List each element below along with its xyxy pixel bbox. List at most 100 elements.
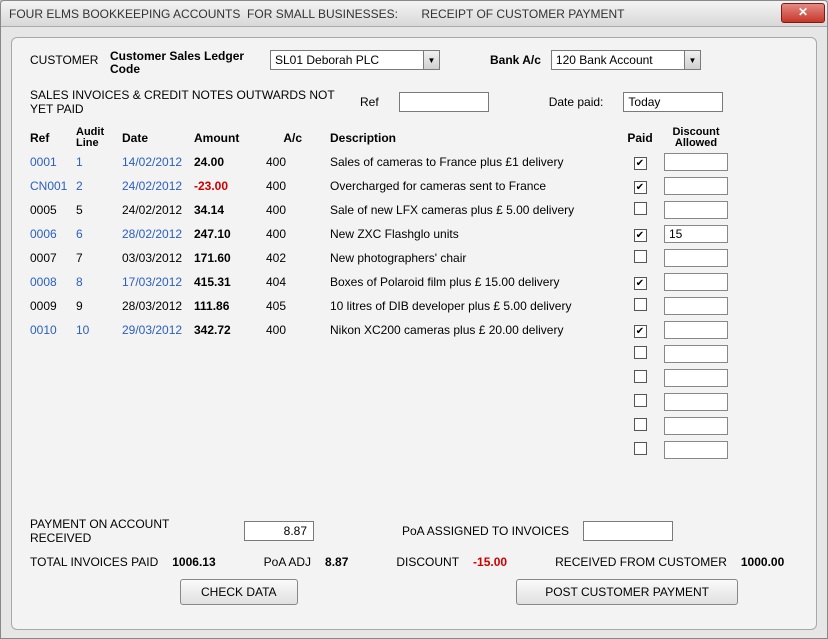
poa-received-value: 8.87: [284, 524, 307, 538]
discount-input[interactable]: [664, 225, 728, 243]
col-ref: Ref: [30, 131, 76, 145]
post-payment-label: POST CUSTOMER PAYMENT: [545, 585, 709, 599]
poa-assigned-input[interactable]: [583, 521, 673, 541]
cell-ref: 0010: [30, 323, 76, 337]
paid-checkbox[interactable]: [634, 394, 647, 407]
cell-audit: 10: [76, 323, 122, 337]
cell-ref: 0009: [30, 299, 76, 313]
discount-input[interactable]: [664, 177, 728, 195]
discount-input[interactable]: [664, 441, 728, 459]
date-paid-value: Today: [628, 95, 660, 109]
poa-adj-value: 8.87: [325, 555, 348, 569]
poa-assigned-label: PoA ASSIGNED TO INVOICES: [402, 524, 569, 538]
cell-ref: 0005: [30, 203, 76, 217]
paid-checkbox[interactable]: [634, 370, 647, 383]
footer-row-1: PAYMENT ON ACCOUNT RECEIVED 8.87 PoA ASS…: [30, 517, 798, 545]
cell-description: Boxes of Polaroid film plus £ 15.00 deli…: [330, 275, 620, 289]
cell-date: 17/03/2012: [122, 275, 194, 289]
cell-description: Overcharged for cameras sent to France: [330, 179, 620, 193]
table-row-empty: [30, 438, 798, 462]
discount-input[interactable]: [664, 393, 728, 411]
discount-value: -15.00: [473, 555, 507, 569]
discount-input[interactable]: [664, 273, 728, 291]
received-label: RECEIVED FROM CUSTOMER: [555, 555, 727, 569]
paid-checkbox[interactable]: [634, 418, 647, 431]
col-date: Date: [122, 131, 194, 145]
table-row-empty: [30, 414, 798, 438]
cell-date: 03/03/2012: [122, 251, 194, 265]
main-panel: CUSTOMER Customer Sales Ledger Code SL01…: [11, 37, 817, 630]
paid-checkbox[interactable]: [634, 298, 647, 311]
total-invoices-value: 1006.13: [172, 555, 215, 569]
cell-ref: 0001: [30, 155, 76, 169]
discount-input[interactable]: [664, 417, 728, 435]
bank-ac-label: Bank A/c: [490, 50, 541, 67]
col-amount: Amount: [194, 131, 266, 145]
poa-adj-label: PoA ADJ: [264, 555, 311, 569]
post-payment-button[interactable]: POST CUSTOMER PAYMENT: [516, 579, 738, 605]
col-discount: Discount Allowed: [660, 127, 732, 149]
paid-checkbox[interactable]: ✔: [634, 181, 647, 194]
discount-input[interactable]: [664, 345, 728, 363]
paid-checkbox[interactable]: [634, 250, 647, 263]
check-data-button[interactable]: CHECK DATA: [180, 579, 298, 605]
table-row: CN001224/02/2012-23.00400Overcharged for…: [30, 174, 798, 198]
paid-checkbox[interactable]: [634, 442, 647, 455]
date-paid-input[interactable]: Today: [623, 92, 723, 112]
cell-description: Nikon XC200 cameras plus £ 20.00 deliver…: [330, 323, 620, 337]
paid-checkbox[interactable]: [634, 202, 647, 215]
paid-checkbox[interactable]: ✔: [634, 325, 647, 338]
paid-checkbox[interactable]: [634, 346, 647, 359]
discount-input[interactable]: [664, 249, 728, 267]
chevron-down-icon: ▼: [684, 51, 700, 69]
close-icon: ✕: [798, 5, 808, 19]
date-paid-label: Date paid:: [549, 95, 604, 109]
discount-input[interactable]: [664, 321, 728, 339]
ledger-code-label: Customer Sales Ledger Code: [110, 50, 260, 76]
app-window: FOUR ELMS BOOKKEEPING ACCOUNTS FOR SMALL…: [0, 0, 828, 639]
discount-input[interactable]: [664, 201, 728, 219]
col-ac: A/c: [266, 131, 310, 145]
poa-received-input[interactable]: 8.87: [244, 521, 314, 541]
not-paid-label: SALES INVOICES & CREDIT NOTES OUTWARDS N…: [30, 88, 340, 116]
bank-combo-value: 120 Bank Account: [556, 53, 653, 67]
customer-combo[interactable]: SL01 Deborah PLC ▼: [270, 50, 440, 70]
cell-ac: 402: [266, 251, 310, 265]
window-title: FOUR ELMS BOOKKEEPING ACCOUNTS FOR SMALL…: [9, 7, 624, 21]
bank-combo[interactable]: 120 Bank Account ▼: [551, 50, 701, 70]
cell-ac: 400: [266, 179, 310, 193]
cell-audit: 2: [76, 179, 122, 193]
paid-checkbox[interactable]: ✔: [634, 157, 647, 170]
check-data-label: CHECK DATA: [201, 585, 277, 599]
subheader-row: SALES INVOICES & CREDIT NOTES OUTWARDS N…: [30, 88, 798, 116]
cell-date: 24/02/2012: [122, 203, 194, 217]
ref-label: Ref: [360, 95, 379, 109]
discount-input[interactable]: [664, 297, 728, 315]
paid-checkbox[interactable]: ✔: [634, 277, 647, 290]
table-row: 0005524/02/201234.14400Sale of new LFX c…: [30, 198, 798, 222]
cell-ac: 400: [266, 155, 310, 169]
cell-amount: 415.31: [194, 275, 266, 289]
discount-input[interactable]: [664, 153, 728, 171]
chevron-down-icon: ▼: [423, 51, 439, 69]
cell-amount: 111.86: [194, 299, 266, 313]
footer-row-3: CHECK DATA POST CUSTOMER PAYMENT: [30, 579, 798, 605]
paid-checkbox[interactable]: ✔: [634, 229, 647, 242]
table-row: 0001114/02/201224.00400Sales of cameras …: [30, 150, 798, 174]
table-row: 0008817/03/2012415.31404Boxes of Polaroi…: [30, 270, 798, 294]
customer-row: CUSTOMER Customer Sales Ledger Code SL01…: [30, 50, 798, 76]
table-row-empty: [30, 366, 798, 390]
total-invoices-label: TOTAL INVOICES PAID: [30, 555, 158, 569]
cell-amount: -23.00: [194, 179, 266, 193]
ref-input[interactable]: [399, 92, 489, 112]
cell-ref: 0008: [30, 275, 76, 289]
table-row: 0006628/02/2012247.10400New ZXC Flashglo…: [30, 222, 798, 246]
cell-audit: 7: [76, 251, 122, 265]
cell-amount: 171.60: [194, 251, 266, 265]
discount-input[interactable]: [664, 369, 728, 387]
cell-description: Sales of cameras to France plus £1 deliv…: [330, 155, 620, 169]
cell-amount: 24.00: [194, 155, 266, 169]
close-button[interactable]: ✕: [781, 3, 825, 23]
cell-ac: 400: [266, 203, 310, 217]
table-row-empty: [30, 342, 798, 366]
